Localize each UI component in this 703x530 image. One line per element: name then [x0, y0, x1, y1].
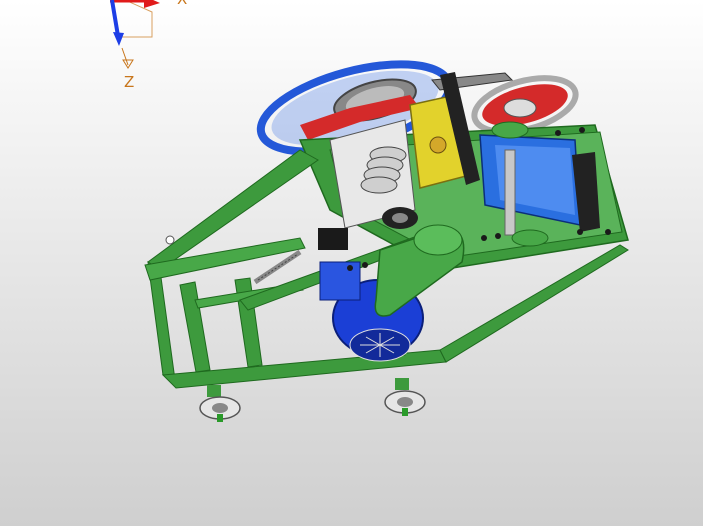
caster-axle-left: [217, 414, 223, 422]
triad-z-axis: [110, 0, 120, 37]
caster-wheel-right: [384, 378, 426, 416]
belt-guard-cap: [413, 224, 463, 256]
triad-x-label: X: [177, 0, 187, 8]
caster-axle-right: [402, 408, 408, 416]
rod-eye: [165, 235, 175, 245]
support-shaft: [504, 149, 516, 236]
feed-knob: [429, 136, 447, 154]
bearing-center-left: [392, 213, 408, 223]
shaft-collar-top: [491, 121, 529, 139]
caster-mount-right: [395, 378, 409, 390]
caster-hub-left: [212, 403, 228, 413]
leg-left-inner: [179, 281, 211, 373]
caster-wheel-left: [199, 385, 241, 422]
caster-mount-left: [207, 385, 221, 397]
caster-hub-right: [397, 397, 413, 407]
triad-z-arrow: [113, 32, 124, 46]
machine-model[interactable]: [144, 47, 629, 422]
triad-x-arrow: [144, 0, 160, 8]
shaft-collar-bottom: [511, 229, 549, 247]
coordinate-triad: X Z: [110, 0, 187, 91]
motor-mount: [319, 261, 361, 301]
triad-z-label: Z: [124, 73, 134, 91]
small-pulley-hub: [503, 98, 537, 118]
bearing-block-black: [318, 228, 348, 250]
cad-viewport[interactable]: X Z: [0, 0, 703, 526]
